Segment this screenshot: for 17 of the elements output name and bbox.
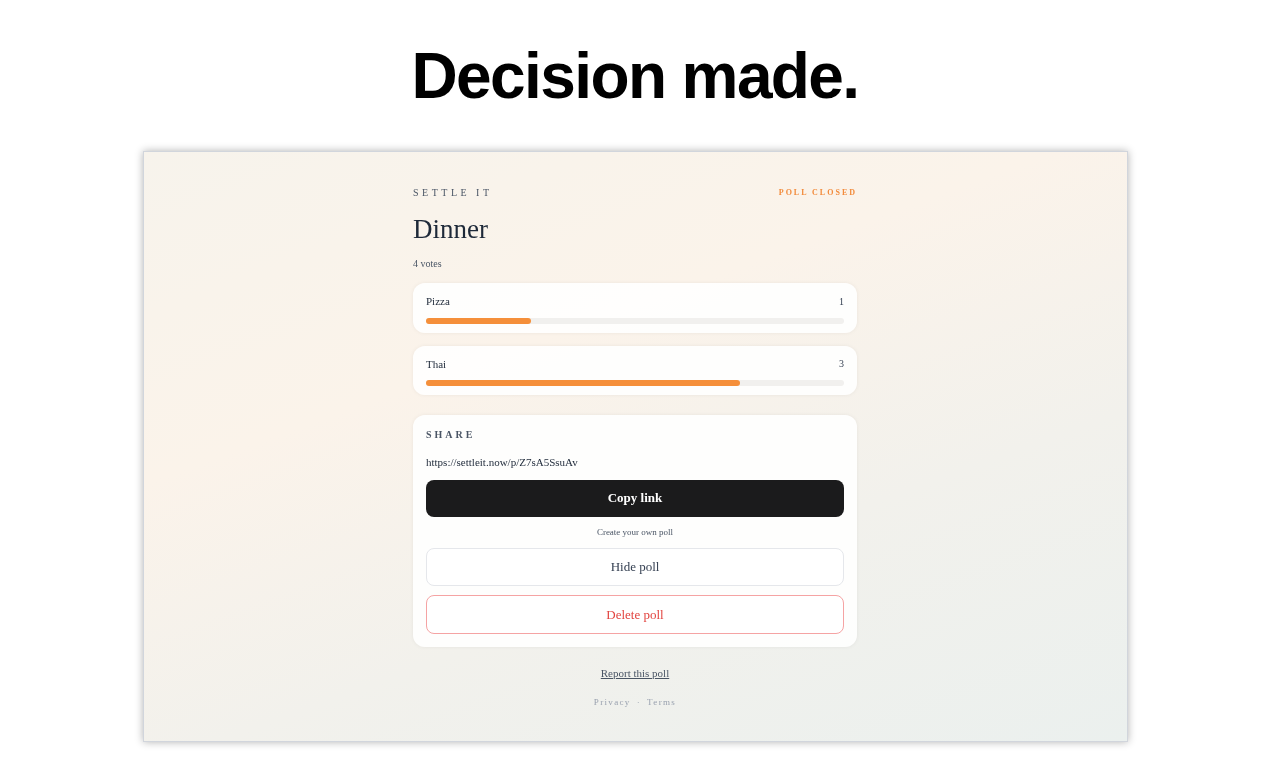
brand-name: SETTLE IT: [413, 186, 493, 200]
report-link[interactable]: Report this poll: [600, 665, 670, 682]
vote-number: 1: [839, 294, 844, 309]
status-label: POLL CLOSED: [778, 186, 857, 199]
share-url: https://settleit.now/p/Z7sA5SsuAv: [426, 455, 579, 470]
headline: Decision made.: [411, 39, 859, 114]
vote-number: 3: [839, 357, 844, 372]
hide-poll-button[interactable]: Hide poll: [426, 548, 844, 586]
poll-title: Dinner: [413, 213, 489, 246]
separator: ·: [636, 695, 642, 709]
copy-link-button[interactable]: Copy link: [426, 479, 844, 517]
create-poll-link[interactable]: Create your own poll: [596, 525, 674, 539]
share-heading: SHARE: [426, 428, 477, 442]
option-label: Pizza: [426, 294, 450, 309]
delete-poll-button[interactable]: Delete poll: [426, 595, 844, 634]
vote-count: 4 votes: [413, 257, 443, 271]
option-label: Thai: [426, 356, 447, 372]
